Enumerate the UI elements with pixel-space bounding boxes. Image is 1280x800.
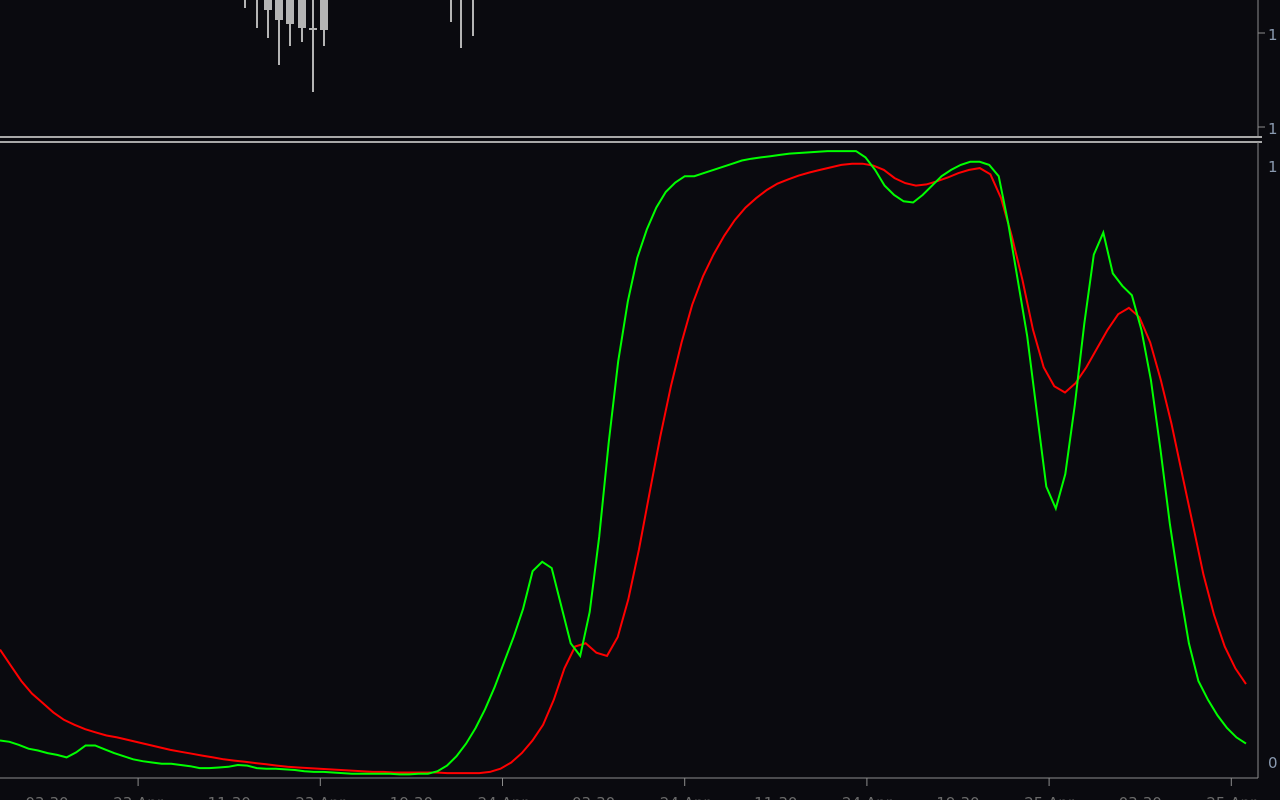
price-scale-label-lower: 1 (1268, 120, 1278, 138)
candle-body (286, 0, 294, 24)
time-axis-label: 23 Apr (295, 794, 346, 800)
time-axis-label: 19:30 (390, 794, 433, 800)
time-axis-label: 24 Apr (478, 794, 529, 800)
price-scale-label-upper: 1 (1268, 26, 1278, 44)
time-axis-label: 03:30 (1119, 794, 1162, 800)
candle-body (264, 0, 272, 10)
time-axis-label: 23 Apr (113, 794, 164, 800)
time-axis-label: 25 Apr (1024, 794, 1075, 800)
indicator-scale-label-bottom: 0 (1268, 754, 1278, 772)
time-axis-label: 03:30 (25, 794, 68, 800)
time-axis-label: 24 Apr (660, 794, 711, 800)
candle-body (320, 0, 328, 30)
chart-background (0, 0, 1280, 800)
time-axis-label: 03:30 (572, 794, 615, 800)
time-axis-label: 11:30 (754, 794, 797, 800)
trading-terminal-chart[interactable]: 1 1 1 0 03:30 23 Apr 11:30 23 Apr 19:30 24 Ap… (0, 0, 1280, 800)
candle-body (298, 0, 306, 28)
time-axis-label: 19:30 (936, 794, 979, 800)
candle-body (275, 0, 283, 20)
time-axis-label: 11:30 (208, 794, 251, 800)
candle-body (309, 28, 317, 30)
time-axis-label: 24 Apr (842, 794, 893, 800)
indicator-scale-label-top: 1 (1268, 158, 1278, 176)
time-axis-label: 25 Apr (1206, 794, 1257, 800)
